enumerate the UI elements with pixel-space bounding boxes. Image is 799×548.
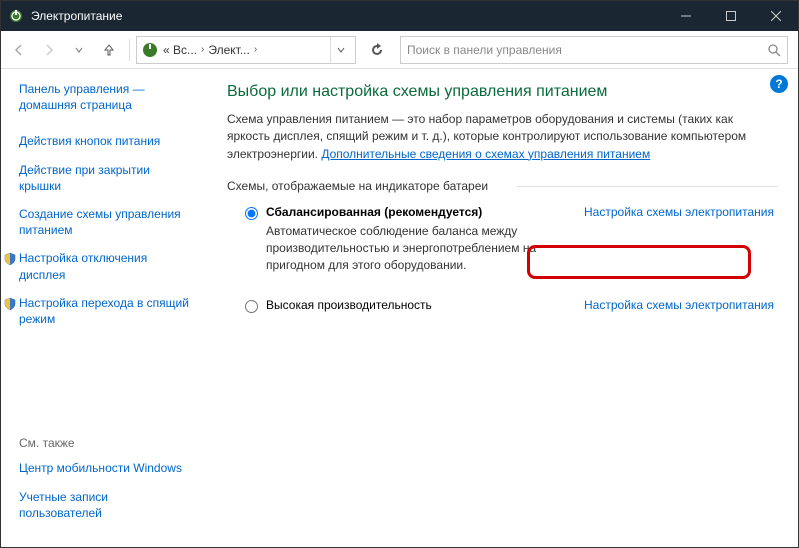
sidebar-link-display-off[interactable]: Настройка отключения дисплея	[19, 250, 191, 282]
search-input[interactable]	[407, 43, 767, 57]
plan-high-perf: Высокая производительность Настройка схе…	[227, 292, 778, 319]
chevron-right-icon[interactable]: ›	[254, 44, 257, 55]
chevron-right-icon[interactable]: ›	[201, 44, 204, 55]
maximize-button[interactable]	[708, 1, 753, 31]
nav-separator	[129, 39, 130, 61]
plan-settings-link-balanced[interactable]: Настройка схемы электропитания	[584, 205, 774, 219]
sidebar-link-label: Настройка перехода в спящий режим	[19, 296, 189, 326]
breadcrumb-part[interactable]: Элект...	[208, 43, 249, 57]
app-icon	[1, 8, 31, 24]
see-also-section: См. также Центр мобильности Windows Учет…	[19, 436, 191, 533]
see-also-label: См. также	[19, 436, 191, 450]
navbar: « Вс... › Элект... ›	[1, 31, 798, 69]
description-link[interactable]: Дополнительные сведения о схемах управле…	[321, 147, 650, 161]
main-panel: ? Выбор или настройка схемы управления п…	[201, 69, 798, 547]
window: Электропитание « Вс... › Элект... › Пане…	[0, 0, 799, 548]
up-button[interactable]	[95, 36, 123, 64]
titlebar: Электропитание	[1, 1, 798, 31]
see-also-accounts[interactable]: Учетные записи пользователей	[19, 489, 191, 521]
forward-button[interactable]	[35, 36, 63, 64]
help-icon[interactable]: ?	[770, 75, 788, 93]
plan-title: Сбалансированная (рекомендуется)	[266, 205, 566, 219]
plan-radio-high-perf[interactable]	[245, 300, 258, 313]
sidebar: Панель управления — домашняя страница Де…	[1, 69, 201, 547]
plan-radio-balanced[interactable]	[245, 207, 258, 220]
page-heading: Выбор или настройка схемы управления пит…	[227, 83, 778, 101]
plan-title: Высокая производительность	[266, 298, 566, 312]
sidebar-link-label: Настройка отключения дисплея	[19, 251, 147, 281]
plan-settings-link-high-perf[interactable]: Настройка схемы электропитания	[584, 298, 774, 312]
close-button[interactable]	[753, 1, 798, 31]
search-icon[interactable]	[767, 43, 781, 57]
sidebar-link-power-buttons[interactable]: Действия кнопок питания	[19, 133, 191, 149]
see-also-mobility[interactable]: Центр мобильности Windows	[19, 460, 191, 476]
recent-dropdown[interactable]	[65, 36, 93, 64]
plan-balanced: Сбалансированная (рекомендуется) Автомат…	[227, 199, 778, 279]
plans-group-label: Схемы, отображаемые на индикаторе батаре…	[227, 179, 778, 193]
back-button[interactable]	[5, 36, 33, 64]
shield-icon	[3, 252, 17, 266]
sidebar-link-lid-close[interactable]: Действие при закрытии крышки	[19, 162, 191, 194]
shield-icon	[3, 297, 17, 311]
sidebar-link-create-plan[interactable]: Создание схемы управления питанием	[19, 206, 191, 238]
page-description: Схема управления питанием — это набор па…	[227, 111, 778, 163]
breadcrumb[interactable]: « Вс... › Элект... ›	[136, 36, 356, 64]
window-title: Электропитание	[31, 9, 663, 23]
sidebar-home-link[interactable]: Панель управления — домашняя страница	[19, 81, 191, 113]
power-icon	[141, 41, 159, 59]
breadcrumb-dropdown[interactable]	[330, 37, 351, 63]
breadcrumb-part[interactable]: « Вс...	[163, 43, 197, 57]
refresh-button[interactable]	[362, 36, 392, 64]
minimize-button[interactable]	[663, 1, 708, 31]
plan-description: Автоматическое соблюдение баланса между …	[266, 223, 566, 273]
search-box[interactable]	[400, 36, 788, 64]
sidebar-link-sleep[interactable]: Настройка перехода в спящий режим	[19, 295, 191, 327]
content-area: Панель управления — домашняя страница Де…	[1, 69, 798, 547]
